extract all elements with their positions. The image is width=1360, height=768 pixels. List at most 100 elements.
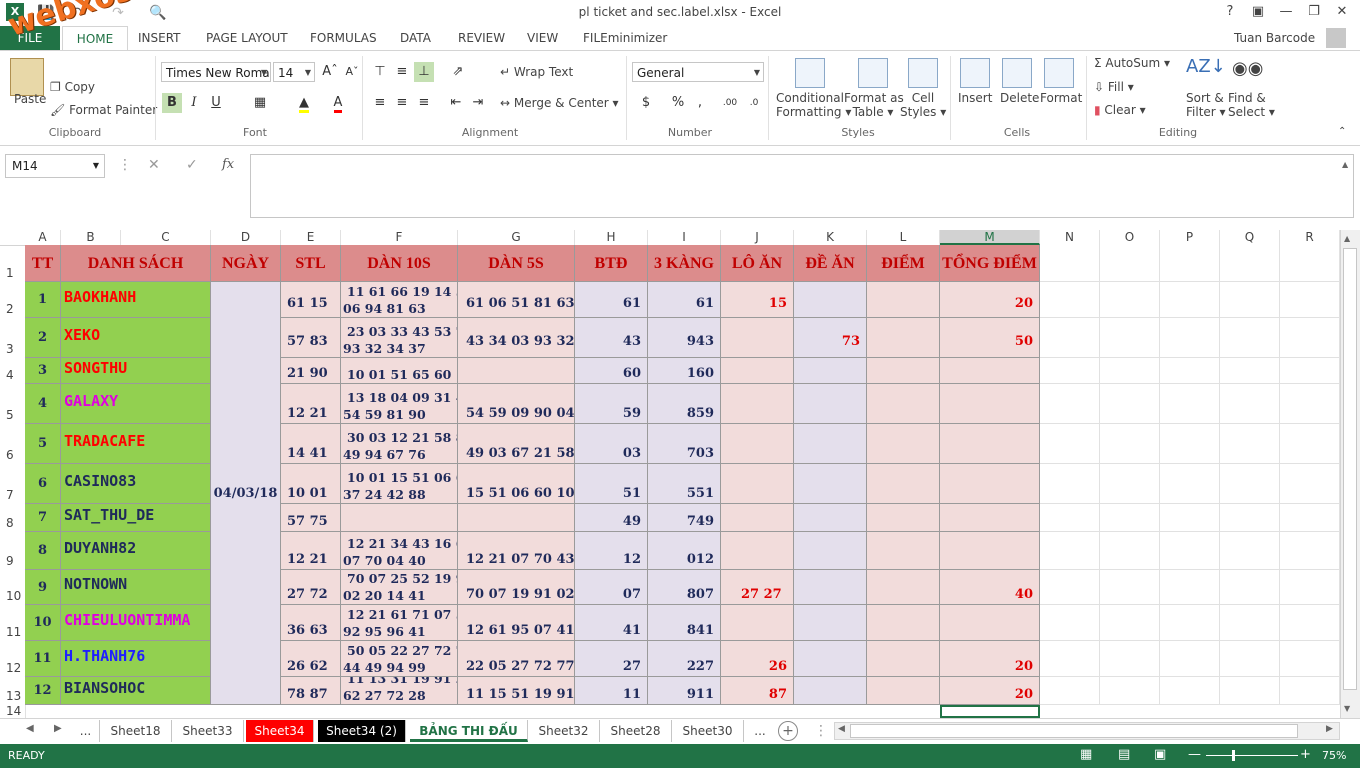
header-kang[interactable]: 3 KÀNG: [648, 245, 721, 282]
align-middle-icon[interactable]: ≡: [392, 62, 412, 82]
empty-cells[interactable]: [1040, 641, 1340, 677]
scroll-left-icon[interactable]: ◀: [838, 724, 845, 734]
player-name-cell[interactable]: H.THANH76: [61, 641, 211, 677]
kang-cell[interactable]: 841: [648, 605, 721, 641]
decrease-decimal-icon[interactable]: .0: [744, 93, 764, 113]
column-header-d[interactable]: D: [211, 230, 281, 245]
dan10-cell[interactable]: 11 61 66 19 14 51 06 94 81 63: [341, 282, 458, 318]
formula-expand-icon[interactable]: ▲: [1342, 160, 1348, 169]
percent-icon[interactable]: %: [668, 93, 688, 113]
stl-cell[interactable]: 21 90: [281, 358, 341, 384]
empty-cells[interactable]: [1040, 605, 1340, 641]
minimize-icon[interactable]: —: [1274, 2, 1298, 22]
sheet-tab-sheet34[interactable]: Sheet34: [246, 720, 314, 742]
diem-cell[interactable]: [867, 570, 940, 605]
empty-cells[interactable]: [1040, 570, 1340, 605]
restore-icon[interactable]: ❐: [1302, 2, 1326, 22]
scroll-up-icon[interactable]: ▲: [1344, 234, 1350, 243]
de-an-cell[interactable]: [794, 358, 867, 384]
player-name-cell[interactable]: CASINO83: [61, 464, 211, 504]
grow-font-icon[interactable]: Aˆ: [320, 62, 340, 82]
row-number-cell[interactable]: 2: [25, 318, 61, 358]
underline-button[interactable]: U: [206, 93, 226, 113]
row-header-8[interactable]: 8: [0, 504, 25, 532]
tong-diem-cell[interactable]: 20: [940, 677, 1040, 705]
fill-button[interactable]: ⇩ Fill ▾: [1094, 80, 1134, 94]
column-header-e[interactable]: E: [281, 230, 341, 245]
diem-cell[interactable]: [867, 504, 940, 532]
player-name-cell[interactable]: SONGTHU: [61, 358, 211, 384]
btd-cell[interactable]: 12: [575, 532, 648, 570]
dan10-cell[interactable]: 11 13 31 19 91 20 62 27 72 28: [341, 677, 458, 705]
font-size-select[interactable]: 14 ▼: [273, 62, 315, 82]
kang-cell[interactable]: 61: [648, 282, 721, 318]
de-an-cell[interactable]: [794, 464, 867, 504]
lo-an-cell[interactable]: [721, 424, 794, 464]
kang-cell[interactable]: 859: [648, 384, 721, 424]
add-sheet-icon[interactable]: +: [778, 721, 798, 741]
btd-cell[interactable]: 11: [575, 677, 648, 705]
column-header-k[interactable]: K: [794, 230, 867, 245]
diem-cell[interactable]: [867, 318, 940, 358]
dan5-cell[interactable]: 61 06 51 81 63: [458, 282, 575, 318]
stl-cell[interactable]: 27 72: [281, 570, 341, 605]
column-header-b[interactable]: B: [61, 230, 121, 245]
comma-icon[interactable]: ,: [690, 93, 710, 113]
increase-indent-icon[interactable]: ⇥: [468, 93, 488, 113]
selected-cell-m14[interactable]: [940, 705, 1040, 718]
dan10-cell[interactable]: 10 01 51 65 60: [341, 358, 458, 384]
format-cells-icon[interactable]: [1044, 58, 1074, 88]
kang-cell[interactable]: 807: [648, 570, 721, 605]
align-left-icon[interactable]: ≡: [370, 93, 390, 113]
dan5-cell[interactable]: 43 34 03 93 32: [458, 318, 575, 358]
scroll-right-icon[interactable]: ▶: [1326, 724, 1333, 734]
sheet-tab-more-right[interactable]: ...: [746, 720, 774, 742]
de-an-cell[interactable]: [794, 532, 867, 570]
cell-styles-button[interactable]: Cell Styles ▾: [900, 91, 946, 119]
lo-an-cell[interactable]: 15: [721, 282, 794, 318]
row-header-3[interactable]: 3: [0, 318, 25, 358]
header-de-an[interactable]: ĐỀ ĂN: [794, 245, 867, 282]
column-header-q[interactable]: Q: [1220, 230, 1280, 245]
formula-input[interactable]: [250, 154, 1354, 218]
row-number-cell[interactable]: 11: [25, 641, 61, 677]
tong-diem-cell[interactable]: 20: [940, 641, 1040, 677]
sheet-tab-sheet32[interactable]: Sheet32: [528, 720, 600, 742]
insert-button[interactable]: Insert: [958, 91, 992, 105]
lo-an-cell[interactable]: [721, 504, 794, 532]
stl-cell[interactable]: 36 63: [281, 605, 341, 641]
lo-an-cell[interactable]: [721, 464, 794, 504]
de-an-cell[interactable]: [794, 677, 867, 705]
tong-diem-cell[interactable]: [940, 424, 1040, 464]
format-as-table-icon[interactable]: [858, 58, 888, 88]
btd-cell[interactable]: 07: [575, 570, 648, 605]
lo-an-cell[interactable]: 27 27: [721, 570, 794, 605]
header-stl[interactable]: STL: [281, 245, 341, 282]
bold-button[interactable]: B: [162, 93, 182, 113]
stl-cell[interactable]: 26 62: [281, 641, 341, 677]
row-header-10[interactable]: 10: [0, 570, 25, 605]
tab-review[interactable]: REVIEW: [458, 26, 505, 50]
find-select-button[interactable]: Find & Select ▾: [1228, 91, 1275, 119]
empty-cells[interactable]: [1040, 245, 1340, 282]
format-button[interactable]: Format: [1040, 91, 1082, 105]
font-name-select[interactable]: Times New Roma ▼: [161, 62, 271, 82]
dan5-cell[interactable]: [458, 504, 575, 532]
column-header-j[interactable]: J: [721, 230, 794, 245]
normal-view-icon[interactable]: ▦: [1080, 747, 1092, 762]
number-format-select[interactable]: General ▼: [632, 62, 764, 82]
player-name-cell[interactable]: SAT_THU_DE: [61, 504, 211, 532]
header-dan5[interactable]: DÀN 5S: [458, 245, 575, 282]
row-header-14[interactable]: 14: [0, 705, 25, 718]
sort-filter-icon[interactable]: AZ↓: [1186, 56, 1226, 77]
wrap-text-button[interactable]: ↵ Wrap Text: [500, 65, 573, 79]
binoculars-icon[interactable]: ◉◉: [1232, 58, 1263, 79]
diem-cell[interactable]: [867, 384, 940, 424]
dan5-cell[interactable]: 15 51 06 60 10: [458, 464, 575, 504]
paste-label[interactable]: Paste: [14, 92, 46, 106]
zoom-slider[interactable]: [1206, 755, 1298, 756]
tong-diem-cell[interactable]: 20: [940, 282, 1040, 318]
row-header-5[interactable]: 5: [0, 384, 25, 424]
empty-cells[interactable]: [1040, 358, 1340, 384]
diem-cell[interactable]: [867, 358, 940, 384]
